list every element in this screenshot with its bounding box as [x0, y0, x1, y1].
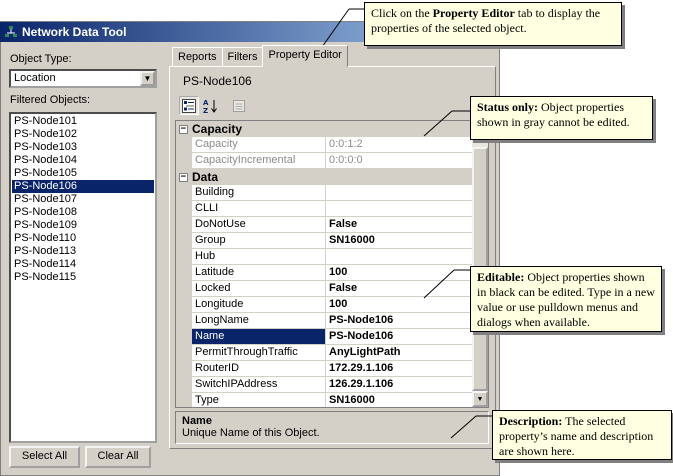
callout-bold: Editable: [477, 270, 525, 284]
callout-status-only: Status only: Object properties shown in … [470, 96, 653, 140]
callout-editable: Editable: Object properties shown in bla… [470, 266, 662, 332]
callout-leaders [321, 8, 492, 439]
callout-property-editor: Click on the Property Editor tab to disp… [364, 2, 622, 46]
tab-property-editor[interactable]: Property Editor [262, 45, 348, 67]
callout-bold: Property Editor [432, 6, 515, 20]
callout-description: Description: The selected property’s nam… [492, 410, 672, 460]
callout-bold: Description: [499, 414, 563, 428]
callout-text: Click on the [371, 6, 433, 20]
callout-bold: Status only: [477, 100, 539, 114]
